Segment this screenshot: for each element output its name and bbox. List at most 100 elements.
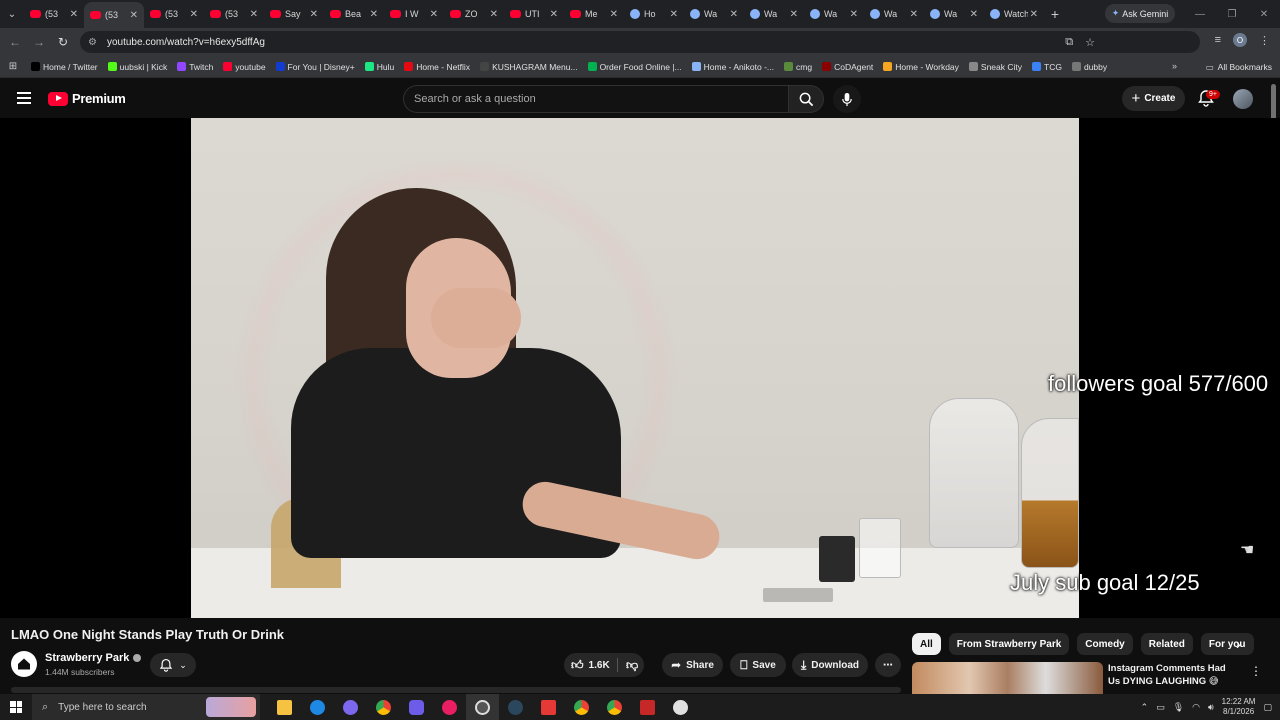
adobe-app-icon[interactable]: [532, 694, 565, 720]
filter-chip[interactable]: Comedy: [1077, 633, 1133, 655]
bookmark-item[interactable]: youtube: [218, 62, 270, 72]
forward-icon[interactable]: →: [27, 35, 51, 49]
voice-search-button[interactable]: [833, 85, 861, 113]
download-button[interactable]: ⤓ Download: [792, 653, 868, 677]
browser-tab[interactable]: Wa ✕: [804, 2, 864, 26]
share-button[interactable]: ➦ Share: [662, 653, 723, 677]
chrome-alt-icon[interactable]: [598, 694, 631, 720]
dislike-button[interactable]: 👎︎: [626, 658, 638, 673]
video-frame[interactable]: [191, 118, 1079, 618]
close-tab-icon[interactable]: ✕: [370, 9, 378, 20]
browser-tab[interactable]: Bea ✕: [324, 2, 384, 26]
close-tab-icon[interactable]: ✕: [730, 9, 738, 20]
start-button[interactable]: [0, 694, 32, 720]
obs-icon[interactable]: [466, 694, 499, 720]
browser-tab[interactable]: ZO ✕: [444, 2, 504, 26]
media-player-icon[interactable]: [433, 694, 466, 720]
close-tab-icon[interactable]: ✕: [490, 9, 498, 20]
clock-app-icon[interactable]: [664, 694, 697, 720]
ask-gemini-button[interactable]: ✦ Ask Gemini: [1105, 4, 1175, 23]
close-tab-icon[interactable]: ✕: [70, 9, 78, 20]
tab-search-icon[interactable]: ⌄: [0, 0, 24, 28]
network-icon[interactable]: ▭: [1156, 702, 1165, 713]
apps-grid-icon[interactable]: ⊞: [0, 61, 26, 72]
taskbar-search[interactable]: ⌕ Type here to search: [32, 694, 260, 720]
browser-tab[interactable]: Wa ✕: [864, 2, 924, 26]
close-tab-icon[interactable]: ✕: [910, 9, 918, 20]
all-bookmarks-button[interactable]: ▭ All Bookmarks: [1206, 56, 1272, 78]
omnibox[interactable]: ⚙ youtube.com/watch?v=h6exy5dffAg ⧉ ☆: [80, 31, 1200, 53]
url-text[interactable]: youtube.com/watch?v=h6exy5dffAg: [107, 37, 265, 48]
browser-tab[interactable]: Wa ✕: [744, 2, 804, 26]
browser-tab[interactable]: UTI ✕: [504, 2, 564, 26]
guide-menu-icon[interactable]: [17, 92, 31, 104]
bookmark-star-icon[interactable]: ☆: [1085, 36, 1095, 49]
close-tab-icon[interactable]: ✕: [190, 9, 198, 20]
bookmark-item[interactable]: KUSHAGRAM Menu...: [475, 62, 583, 72]
chevron-right-icon[interactable]: ›: [1236, 636, 1241, 652]
close-tab-icon[interactable]: ✕: [670, 9, 678, 20]
back-icon[interactable]: ←: [3, 35, 27, 49]
browser-tab[interactable]: Wa ✕: [684, 2, 744, 26]
bookmark-item[interactable]: CoDAgent: [817, 62, 878, 72]
reload-icon[interactable]: ↻: [51, 35, 75, 49]
recommended-thumbnail[interactable]: [912, 662, 1103, 694]
description-box[interactable]: [11, 687, 901, 693]
close-tab-icon[interactable]: ✕: [430, 9, 438, 20]
bookmark-item[interactable]: For You | Disney+: [271, 62, 360, 72]
tab-search-media-icon[interactable]: ≡: [1215, 34, 1221, 46]
close-tab-icon[interactable]: ✕: [790, 9, 798, 20]
channel-avatar[interactable]: [11, 651, 37, 677]
chrome-profile-icon[interactable]: [565, 694, 598, 720]
filter-chip[interactable]: For you: [1200, 633, 1254, 655]
browser-tab[interactable]: (53 ✕: [144, 2, 204, 26]
bookmark-item[interactable]: dubby: [1067, 62, 1112, 72]
save-button[interactable]: ⎕ Save: [730, 653, 786, 677]
bookmark-item[interactable]: Sneak City: [964, 62, 1027, 72]
game-controller-icon[interactable]: [400, 694, 433, 720]
bookmark-item[interactable]: Hulu: [360, 62, 399, 72]
youtube-premium-logo[interactable]: Premium: [48, 91, 126, 106]
new-tab-button[interactable]: +: [1044, 6, 1066, 22]
system-clock[interactable]: 12:22 AM 8/1/2026: [1222, 697, 1256, 717]
filter-chip[interactable]: Related: [1140, 633, 1193, 655]
channel-name[interactable]: Strawberry Park: [45, 652, 129, 664]
browser-tab[interactable]: Wa ✕: [924, 2, 984, 26]
file-explorer-icon[interactable]: [268, 694, 301, 720]
close-tab-icon[interactable]: ✕: [250, 9, 258, 20]
browser-tab[interactable]: (53 ✕: [84, 2, 144, 28]
close-tab-icon[interactable]: ✕: [850, 9, 858, 20]
edge-icon[interactable]: [301, 694, 334, 720]
close-tab-icon[interactable]: ✕: [310, 9, 318, 20]
bookmark-item[interactable]: Home - Anikoto -...: [687, 62, 779, 72]
channel-name-link[interactable]: Strawberry Park: [45, 652, 142, 664]
browser-tab[interactable]: Watch ✕: [984, 2, 1044, 26]
chrome-menu-icon[interactable]: ⋮: [1259, 34, 1270, 47]
browser-tab[interactable]: Say ✕: [264, 2, 324, 26]
close-tab-icon[interactable]: ✕: [970, 9, 978, 20]
filter-chip[interactable]: From Strawberry Park: [948, 633, 1070, 655]
bookmark-item[interactable]: uubski | Kick: [103, 62, 173, 72]
close-window-icon[interactable]: ✕: [1248, 9, 1280, 20]
notification-center-icon[interactable]: ▢: [1263, 702, 1272, 713]
recommended-title[interactable]: Instagram Comments Had Us DYING LAUGHING…: [1108, 662, 1240, 688]
browser-tab[interactable]: Me ✕: [564, 2, 624, 26]
restore-icon[interactable]: ❐: [1216, 9, 1248, 20]
discord-icon[interactable]: [334, 694, 367, 720]
profile-avatar[interactable]: O: [1233, 33, 1247, 47]
install-app-icon[interactable]: ⧉: [1065, 36, 1073, 49]
bookmark-item[interactable]: Home - Netflix: [399, 62, 475, 72]
browser-tab[interactable]: (53 ✕: [24, 2, 84, 26]
acrobat-icon[interactable]: [631, 694, 664, 720]
create-button[interactable]: + Create: [1122, 86, 1185, 111]
bookmark-item[interactable]: Order Food Online |...: [583, 62, 687, 72]
steam-icon[interactable]: [499, 694, 532, 720]
more-bookmarks-icon[interactable]: »: [1172, 61, 1177, 71]
microphone-icon[interactable]: 🎙︎: [1173, 702, 1184, 713]
video-player[interactable]: followers goal 577/600 July sub goal 12/…: [0, 118, 1280, 618]
volume-icon[interactable]: 🔊︎: [1208, 702, 1214, 713]
browser-tab[interactable]: Ho ✕: [624, 2, 684, 26]
wifi-icon[interactable]: ◠: [1192, 702, 1200, 713]
close-tab-icon[interactable]: ✕: [130, 10, 138, 21]
close-tab-icon[interactable]: ✕: [610, 9, 618, 20]
